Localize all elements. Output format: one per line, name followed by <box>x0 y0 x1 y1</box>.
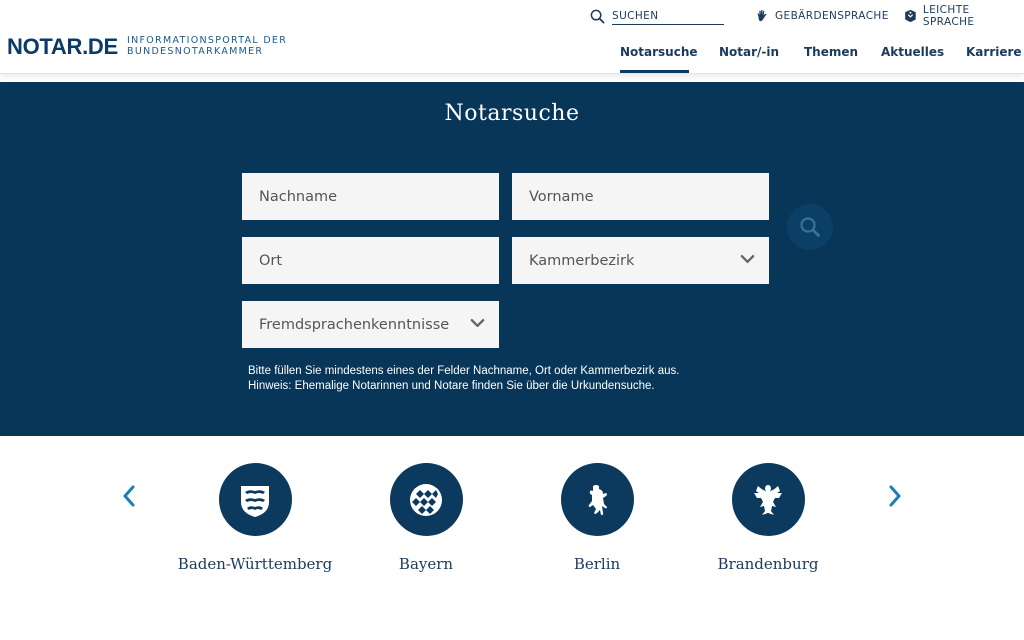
state-name: Brandenburg <box>717 555 819 573</box>
state-bayern[interactable]: Bayern <box>326 463 526 573</box>
chevron-down-icon <box>470 318 485 328</box>
chamber-select[interactable]: Kammerbezirk <box>512 237 769 284</box>
tagline-line-2: BUNDESNOTARKAMMER <box>127 46 264 57</box>
sign-language-label: GEBÄRDENSPRACHE <box>775 10 889 22</box>
berlin-bear-icon <box>560 463 634 536</box>
chevron-down-icon <box>740 254 755 264</box>
nav-active-indicator <box>620 70 689 73</box>
search-title: Notarsuche <box>444 101 580 126</box>
state-name: Berlin <box>573 555 621 573</box>
brandenburg-eagle-icon <box>731 463 805 536</box>
carousel-prev-icon[interactable] <box>121 484 137 508</box>
state-baden-wuerttemberg[interactable]: Baden-Württemberg <box>155 463 355 573</box>
nav-notar[interactable]: Notar/-in <box>719 45 779 59</box>
hint-line-2: Hinweis: Ehemalige Notarinnen und Notare… <box>248 380 655 392</box>
search-icon <box>800 217 820 237</box>
easy-language-link[interactable]: LEICHTE SPRACHE <box>904 4 1024 28</box>
easy-language-label: LEICHTE SPRACHE <box>922 4 975 28</box>
state-brandenburg[interactable]: Brandenburg <box>668 463 868 573</box>
firstname-input[interactable] <box>512 173 769 220</box>
nav-aktuelles[interactable]: Aktuelles <box>881 45 944 59</box>
city-input[interactable] <box>242 237 499 284</box>
state-name: Baden-Württemberg <box>177 555 333 573</box>
carousel-next-icon[interactable] <box>887 484 903 508</box>
logo[interactable]: NOTAR.DE <box>7 34 118 60</box>
hand-icon <box>757 9 767 22</box>
search-icon[interactable] <box>590 9 605 24</box>
language-select[interactable]: Fremdsprachenkenntnisse <box>242 301 499 348</box>
state-name: Bayern <box>398 555 454 573</box>
site-search <box>590 6 724 26</box>
nav-themen[interactable]: Themen <box>804 45 858 59</box>
easy-language-icon <box>905 9 916 23</box>
nav-notarsuche[interactable]: Notarsuche <box>620 45 698 59</box>
search-hint: Bitte füllen Sie mindestens eines der Fe… <box>248 364 679 394</box>
tagline: INFORMATIONSPORTAL DER BUNDESNOTARKAMMER <box>127 35 287 57</box>
nav-karriere[interactable]: Karriere <box>966 45 1022 59</box>
hint-line-1: Bitte füllen Sie mindestens eines der Fe… <box>248 365 680 377</box>
bavaria-diamond-crest-icon <box>389 463 463 536</box>
site-header: NOTAR.DE INFORMATIONSPORTAL DER BUNDESNO… <box>0 0 1024 74</box>
tagline-line-1: INFORMATIONSPORTAL DER <box>127 35 288 46</box>
sign-language-link[interactable]: GEBÄRDENSPRACHE <box>755 6 889 26</box>
search-submit-button[interactable] <box>787 204 833 250</box>
lastname-input[interactable] <box>242 173 499 220</box>
baden-wuerttemberg-crest-icon <box>218 463 292 536</box>
language-select-value: Fremdsprachenkenntnisse <box>259 316 450 333</box>
state-berlin[interactable]: Berlin <box>497 463 697 573</box>
chamber-select-value: Kammerbezirk <box>529 252 635 269</box>
site-search-input[interactable] <box>612 7 724 25</box>
